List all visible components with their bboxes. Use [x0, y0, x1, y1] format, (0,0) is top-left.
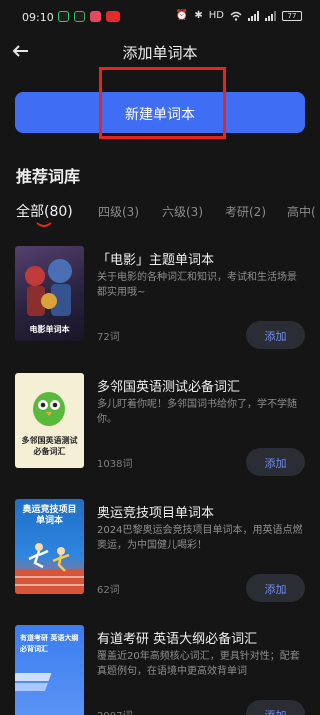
mute-icon: ✱ [194, 10, 203, 21]
tab-high-school[interactable]: 高中( [287, 203, 316, 220]
battery-indicator: 77 [282, 10, 302, 21]
signal-icon [265, 10, 276, 21]
wordbook-word-count: 2907词 [97, 707, 132, 715]
add-button-label: 添加 [264, 583, 287, 596]
app-notification-icon [106, 11, 120, 22]
wordbook-title: 多邻国英语测试必备词汇 [97, 380, 241, 395]
cover-label: 多邻国英语测试必备词汇 [21, 436, 78, 456]
page-title: 添加单词本 [122, 44, 198, 62]
wordbook-title: 「电影」主题单词本 [97, 253, 215, 268]
wordbook-description: 覆盖近20年高频核心词汇，更具针对性；配套真题例句，在语境中更高效背单词 [97, 651, 300, 677]
wordbook-cover: 奥运竞技项目单词本 [15, 499, 84, 594]
section-title: 推荐词库 [16, 167, 81, 186]
wordbook-word-count: 72词 [97, 332, 120, 343]
network-label: HD [208, 10, 224, 21]
athletes-image [15, 543, 84, 594]
alarm-icon: ⏰ [175, 10, 189, 21]
wordbook-cover: 多邻国英语测试必备词汇 [15, 373, 84, 468]
add-button-label: 添加 [264, 330, 287, 343]
add-wordbook-button[interactable]: 添加 [246, 574, 305, 602]
tab-all[interactable]: 全部(80) [16, 201, 73, 221]
wordbook-card[interactable]: 多邻国英语测试必备词汇 多邻国英语测试必备词汇 多儿盯着你呢！多邻国词书给你了，… [15, 373, 305, 483]
book-stack-image [15, 673, 52, 691]
add-button-label: 添加 [246, 707, 305, 715]
wifi-icon [230, 11, 242, 21]
wordbook-title: 奥运竞技项目单词本 [97, 506, 215, 521]
add-wordbook-button[interactable]: 添加 [246, 448, 305, 476]
wordbook-title: 有道考研 英语大纲必备词汇 [97, 632, 258, 647]
add-button-label: 添加 [264, 457, 287, 470]
wordbook-description: 关于电影的各种词汇和知识，考试和生活场景都实用哦~ [97, 272, 297, 298]
wordbook-card[interactable]: 电影单词本 「电影」主题单词本 关于电影的各种词汇和知识，考试和生活场景都实用哦… [15, 246, 305, 356]
wordbook-description: 2024巴黎奥运会竞技项目单词本，用英语点燃奥运，为中国健儿喝彩！ [97, 525, 303, 551]
add-wordbook-button[interactable]: 添加 [246, 700, 305, 715]
add-wordbook-button[interactable]: 添加 [246, 321, 305, 349]
wordbook-card[interactable]: 有道考研 英语大纲必背词汇 有道考研 英语大纲必备词汇 覆盖近20年高频核心词汇… [15, 625, 305, 715]
wordbook-cover: 电影单词本 [15, 246, 84, 341]
status-time: 09:10 [22, 11, 54, 24]
active-tab-indicator [36, 222, 52, 227]
app-notification-icon [58, 11, 69, 22]
highlight-annotation-box [99, 67, 226, 139]
signal-icon [248, 10, 259, 21]
tab-postgrad[interactable]: 考研(2) [225, 203, 266, 220]
wordbook-word-count: 62词 [97, 585, 120, 596]
app-notification-icon [90, 11, 101, 22]
status-icons: ⏰ ✱ HD 77 [176, 10, 302, 21]
wordbook-description: 多儿盯着你呢！多邻国词书给你了，学不学随你。 [97, 399, 297, 425]
tab-cet4[interactable]: 四级(3) [98, 203, 139, 220]
status-bar: 09:10 ⏰ ✱ HD 77 [0, 0, 320, 34]
wordbook-word-count: 1038词 [97, 459, 133, 470]
wordbook-card[interactable]: 奥运竞技项目单词本 奥运竞技项目单词本 2024巴黎奥运会竞技项目单词本，用英语… [15, 499, 305, 609]
wordbook-cover: 有道考研 英语大纲必背词汇 [15, 625, 84, 715]
cover-label: 电影单词本 [29, 325, 70, 334]
app-notification-icon [74, 11, 85, 22]
tab-cet6[interactable]: 六级(3) [162, 203, 203, 220]
